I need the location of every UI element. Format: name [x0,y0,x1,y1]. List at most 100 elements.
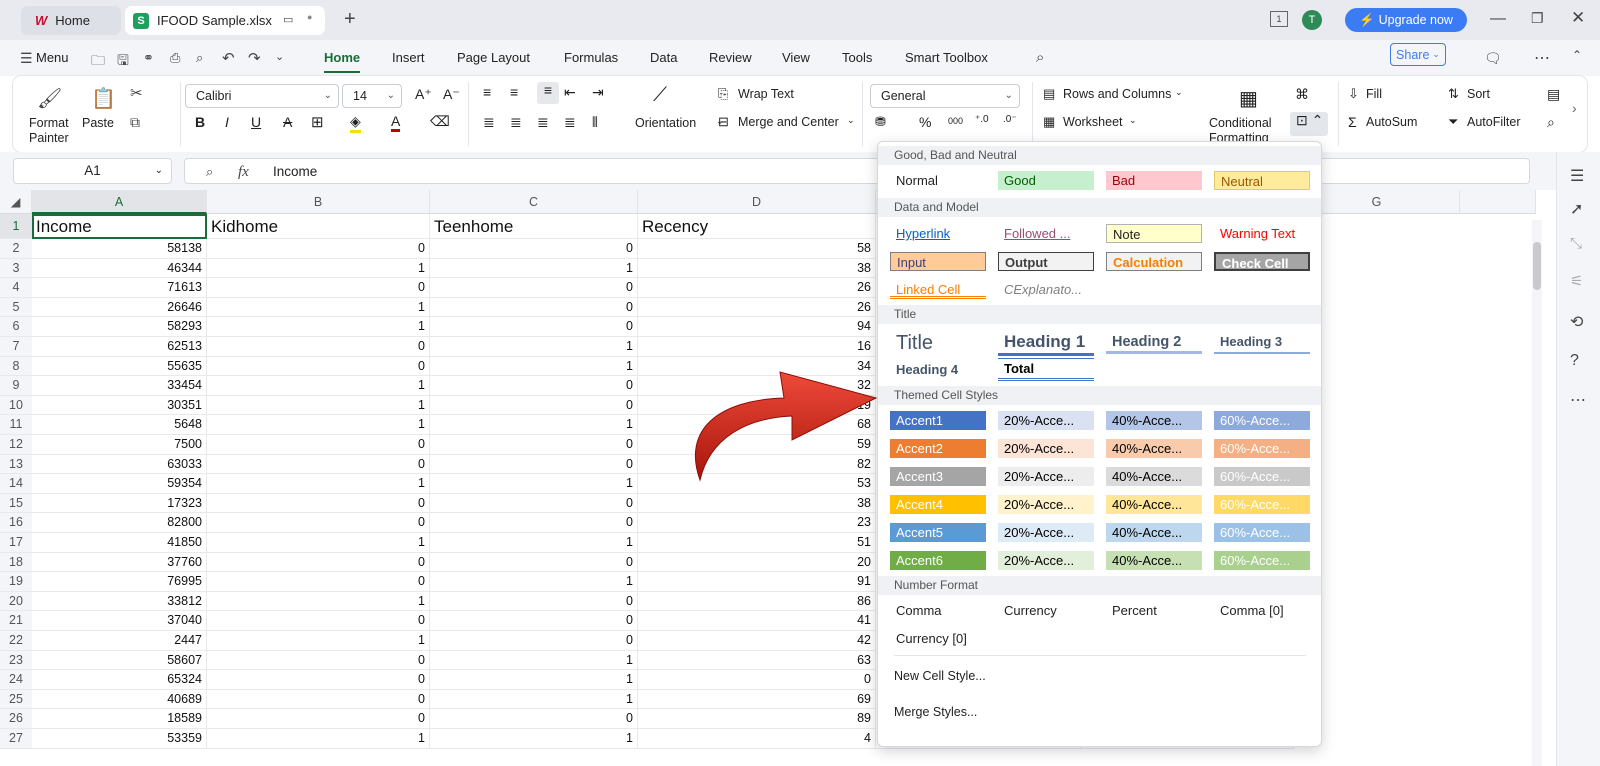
table-cell[interactable]: 30351 [32,395,207,416]
style-accent-1-40[interactable]: 40%-Acce... [1106,411,1202,430]
resize-icon[interactable]: ⤡ [1570,235,1582,252]
table-cell[interactable]: 63 [638,650,876,671]
style-accent-5-60[interactable]: 60%-Acce... [1214,523,1310,542]
sidebar-menu-icon[interactable]: ☰ [1570,166,1584,186]
table-style-icon[interactable]: ⌘ [1295,86,1309,103]
table-cell[interactable]: 1 [207,631,430,651]
align-center-icon[interactable]: ≣ [510,114,522,131]
tab-home-ribbon[interactable]: Home [324,40,361,76]
table-cell[interactable]: 42 [638,631,876,651]
table-cell[interactable]: 40689 [32,689,207,710]
style-accent-4-20[interactable]: 20%-Acce... [998,495,1094,514]
table-cell[interactable]: 0 [430,317,638,337]
table-cell[interactable]: 71613 [32,278,207,298]
font-family-select[interactable]: Calibri ⌄ [185,84,339,108]
worksheet-button[interactable]: Worksheet [1063,115,1123,129]
menu-button[interactable]: Menu [36,40,69,76]
table-cell[interactable]: 0 [207,572,430,592]
style-accent-3-20[interactable]: 20%-Acce... [998,467,1094,486]
save-icon[interactable]: 🖫 [117,50,129,74]
table-cell[interactable]: 86 [638,591,876,612]
table-cell[interactable]: 0 [207,356,430,377]
style-accent-2-20[interactable]: 20%-Acce... [998,439,1094,458]
table-cell[interactable]: 16 [638,337,876,357]
style-neutral[interactable]: Neutral [1214,171,1310,190]
style-hyperlink[interactable]: Hyperlink [890,224,986,243]
more-options-icon[interactable]: ⋯ [1534,48,1550,68]
paste-button[interactable]: Paste [82,116,114,130]
style-comma[interactable]: Comma [890,601,986,620]
tab-review[interactable]: Review [709,40,752,76]
table-cell[interactable]: 0 [430,435,638,455]
table-cell[interactable]: 1 [207,395,430,416]
table-cell[interactable]: 1 [430,572,638,592]
style-note[interactable]: Note [1106,224,1202,243]
align-bottom-icon[interactable]: ≡ [537,82,559,104]
select-all-corner[interactable]: ◢ [0,190,32,214]
row-header[interactable]: 15 [0,493,32,514]
fx-icon[interactable]: fx [238,164,249,181]
table-cell[interactable]: 23 [638,513,876,533]
table-cell[interactable]: 1 [207,415,430,435]
row-header[interactable]: 21 [0,611,32,631]
table-cell[interactable]: 0 [207,435,430,455]
row-header[interactable]: 6 [0,317,32,337]
scrollbar-thumb[interactable] [1533,242,1541,290]
hamburger-icon[interactable]: ☰ [20,50,33,67]
undo-icon[interactable]: ↶ [222,49,235,67]
close-icon[interactable]: ✕ [1571,8,1585,28]
table-cell[interactable]: 0 [207,650,430,671]
sort-button[interactable]: Sort [1467,87,1490,101]
style-accent-5-base[interactable]: Accent5 [890,523,986,542]
currency-format-icon[interactable]: ⛃ [875,114,886,130]
table-cell[interactable]: 26 [638,278,876,298]
format-painter-label-1[interactable]: Format [29,116,69,130]
row-header[interactable]: 2 [0,239,32,259]
table-cell[interactable]: 0 [207,454,430,475]
orientation-icon[interactable]: ⟋ [653,84,667,107]
table-cell[interactable]: 1 [207,533,430,553]
style-bad[interactable]: Bad [1106,171,1202,190]
table-cell[interactable]: 37760 [32,552,207,573]
table-cell[interactable]: 0 [430,239,638,259]
row-header[interactable]: 14 [0,474,32,494]
style-accent-4-60[interactable]: 60%-Acce... [1214,495,1310,514]
align-top-icon[interactable]: ≡ [483,84,491,100]
row-header[interactable]: 8 [0,356,32,377]
table-cell[interactable]: 1 [430,474,638,494]
table-cell[interactable]: 0 [430,376,638,396]
tab-page-layout[interactable]: Page Layout [457,40,530,76]
table-cell[interactable]: 58138 [32,239,207,259]
table-cell[interactable]: 37040 [32,611,207,631]
table-cell[interactable]: 1 [430,356,638,377]
style-heading-1[interactable]: Heading 1 [998,330,1094,356]
table-cell[interactable]: 33454 [32,376,207,396]
header-cell[interactable]: Kidhome [207,214,430,239]
vertical-scrollbar[interactable] [1532,220,1542,766]
format-icon[interactable]: ▤ [1547,86,1560,103]
conditional-formatting-icon[interactable]: ▦ [1239,86,1258,111]
table-cell[interactable]: 41 [638,611,876,631]
rows-columns-button[interactable]: Rows and Columns [1063,87,1171,101]
table-cell[interactable]: 1 [430,689,638,710]
new-cell-style-button[interactable]: New Cell Style... [894,669,986,683]
autofilter-button[interactable]: AutoFilter [1467,115,1521,129]
table-cell[interactable]: 1 [430,670,638,690]
tab-smart-toolbox[interactable]: Smart Toolbox [905,40,988,76]
table-cell[interactable]: 58293 [32,317,207,337]
paste-icon[interactable]: 📋 [91,86,116,111]
table-cell[interactable]: 0 [430,395,638,416]
style-normal[interactable]: Normal [890,171,986,190]
style-calculation[interactable]: Calculation [1106,252,1202,271]
table-cell[interactable]: 1 [430,415,638,435]
justify-icon[interactable]: ≣ [564,114,576,131]
table-cell[interactable]: 0 [207,239,430,259]
row-header[interactable]: 4 [0,278,32,298]
print-preview-icon[interactable]: ⌕ [196,50,203,66]
row-header[interactable]: 3 [0,258,32,279]
table-cell[interactable]: 0 [430,513,638,533]
more-chevron-icon[interactable]: ⌄ [275,50,284,63]
find-icon[interactable]: ⌕ [1547,114,1555,131]
table-cell[interactable]: 1 [430,258,638,279]
increase-font-icon[interactable]: A⁺ [415,86,432,103]
